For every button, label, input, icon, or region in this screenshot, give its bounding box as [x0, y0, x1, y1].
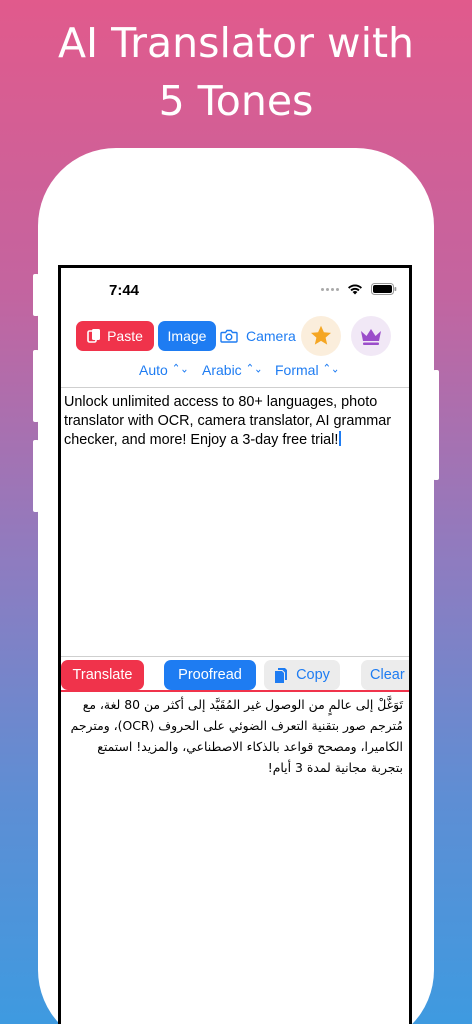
star-icon: [311, 325, 331, 345]
translation-line-1: تَوَغَّلْ إلى عالمٍ من الوصول غير المُقَ…: [82, 697, 403, 712]
paste-button[interactable]: Paste: [76, 321, 154, 351]
favorites-button[interactable]: [301, 316, 341, 356]
copy-button[interactable]: Copy: [264, 660, 340, 690]
battery-icon: [371, 283, 397, 295]
translation-line-3: الكاميرا، ومصحح قواعد بالذكاء الاصطناعي،…: [97, 739, 403, 754]
chevron-up-down-icon: ⌃⌄: [322, 362, 340, 376]
premium-button[interactable]: [351, 316, 391, 356]
top-toolbar: Paste Image Camera: [76, 320, 296, 352]
translate-button[interactable]: Translate: [61, 660, 144, 690]
camera-label: Camera: [246, 328, 296, 344]
target-language-select[interactable]: Arabic ⌃⌄: [202, 362, 262, 378]
chevron-up-down-icon: ⌃⌄: [245, 362, 263, 376]
cellular-dots-icon: [321, 287, 339, 291]
action-bar: Translate Proofread Copy Clear: [61, 656, 409, 690]
translation-line-2: مُترجم صور بتقنية التعرف الضوئي على الحر…: [70, 718, 403, 733]
proofread-button[interactable]: Proofread: [164, 660, 256, 690]
camera-icon: [220, 329, 238, 343]
target-language-label: Arabic: [202, 362, 242, 378]
wifi-icon: [348, 284, 362, 295]
paste-icon: [87, 329, 101, 343]
translate-label: Translate: [72, 667, 133, 683]
tone-label: Formal: [275, 362, 319, 378]
text-caret: [339, 431, 342, 446]
headline-line-1: AI Translator with: [57, 19, 415, 67]
source-language-label: Auto: [139, 362, 168, 378]
language-selector-row: Auto ⌃⌄ Arabic ⌃⌄ Formal ⌃⌄: [61, 362, 409, 382]
paste-label: Paste: [107, 328, 143, 344]
divider: [61, 387, 409, 388]
clear-button[interactable]: Clear: [361, 660, 409, 690]
tone-select[interactable]: Formal ⌃⌄: [275, 362, 339, 378]
image-label: Image: [167, 328, 207, 344]
chevron-up-down-icon: ⌃⌄: [171, 362, 189, 376]
proofread-label: Proofread: [178, 667, 242, 683]
source-language-select[interactable]: Auto ⌃⌄: [139, 362, 189, 378]
crown-icon: [361, 329, 381, 345]
phone-volume-up: [33, 350, 39, 422]
copy-label: Copy: [296, 667, 330, 683]
translation-line-4: بتجربة مجانية لمدة 3 أيام!: [267, 760, 403, 775]
image-button[interactable]: Image: [158, 321, 216, 351]
status-time: 7:44: [109, 282, 140, 299]
app-screen: 7:44 Paste Image Camera Auto ⌃⌄ Arabic ⌃…: [61, 268, 409, 1024]
translation-output: تَوَغَّلْ إلى عالمٍ من الوصول غير المُقَ…: [61, 694, 403, 778]
phone-volume-down: [33, 440, 39, 512]
source-text-input[interactable]: Unlock unlimited access to 80+ languages…: [64, 393, 404, 450]
headline-line-2: 5 Tones: [158, 77, 314, 125]
phone-mute-switch: [33, 274, 39, 316]
source-text-value: Unlock unlimited access to 80+ languages…: [64, 394, 392, 448]
status-icons: [321, 283, 397, 295]
camera-button[interactable]: Camera: [220, 321, 296, 351]
promo-headline: AI Translator with 5 Tones: [0, 14, 472, 130]
clear-label: Clear: [370, 667, 405, 683]
phone-power-button: [433, 370, 439, 480]
translation-divider: [61, 690, 409, 692]
copy-icon: [275, 667, 288, 683]
